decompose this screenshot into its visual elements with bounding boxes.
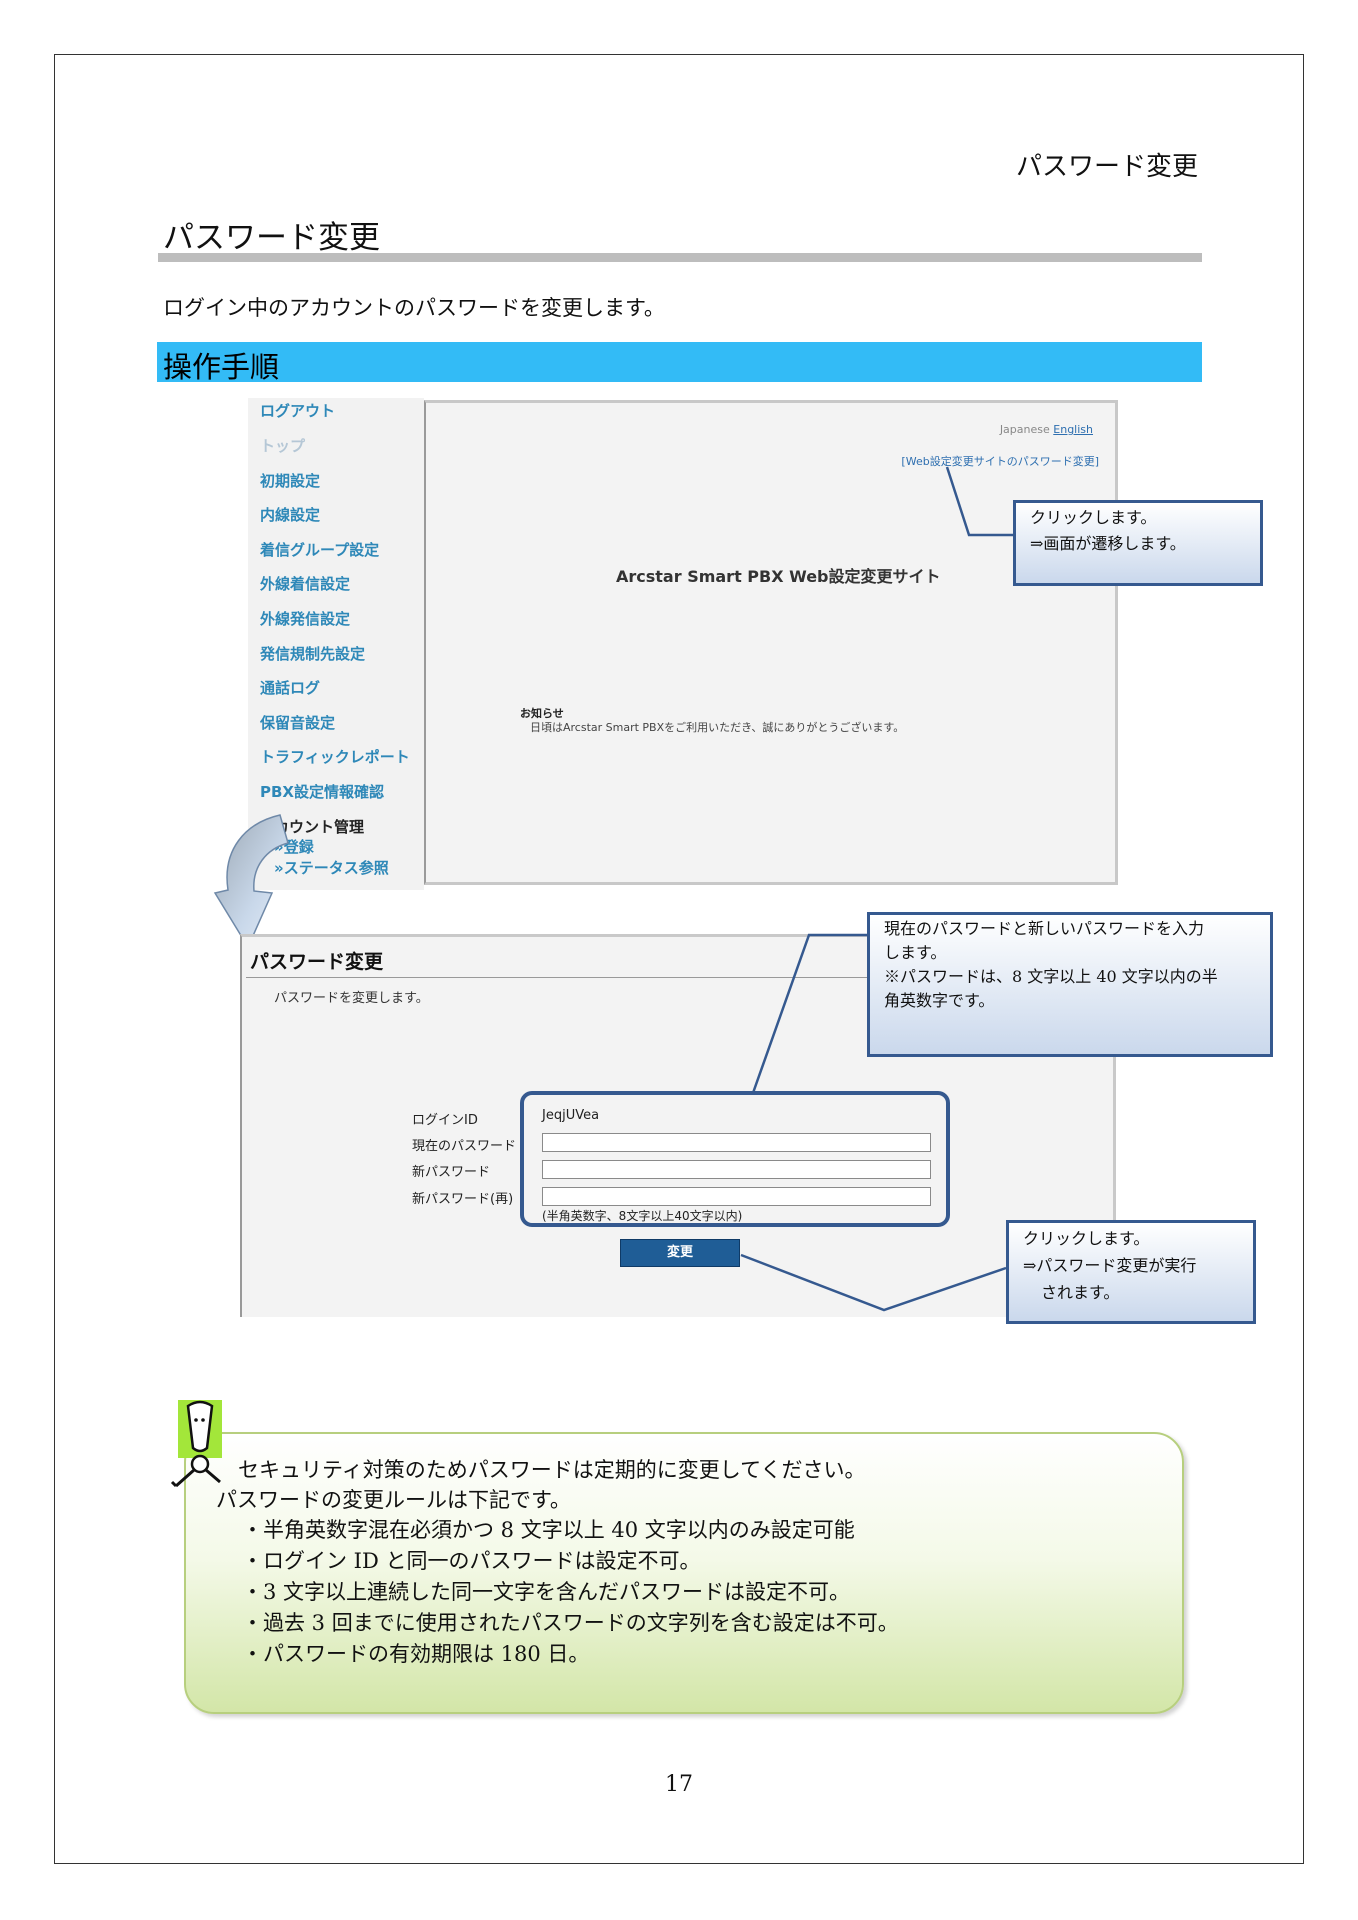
callout-link-click-line2: ⇒画面が遷移します。: [1030, 534, 1186, 553]
callout-link-click: クリックします。 ⇒画面が遷移します。: [1013, 500, 1263, 586]
tip-line-6: ・過去 3 回までに使用されたパスワードの文字列を含む設定は不可。: [242, 1611, 899, 1635]
tip-line-1: セキュリティ対策のためパスワードは定期的に変更してください。: [238, 1458, 866, 1482]
tip-line-5: ・3 文字以上連続した同一文字を含んだパスワードは設定不可。: [242, 1580, 851, 1604]
callout-change-click: クリックします。 ⇒パスワード変更が実行 されます。: [1006, 1220, 1256, 1324]
callout-enter-password-line1: 現在のパスワードと新しいパスワードを入力: [884, 919, 1205, 938]
callout-change-click-line1: クリックします。: [1023, 1229, 1150, 1248]
tip-line-7: ・パスワードの有効期限は 180 日。: [242, 1642, 590, 1666]
callout-enter-password-line4: 角英数字です。: [884, 991, 995, 1010]
callout-enter-password-line2: します。: [884, 943, 947, 962]
callout-enter-password: 現在のパスワードと新しいパスワードを入力 します。 ※パスワードは、8 文字以上…: [867, 912, 1273, 1057]
tip-line-3: ・半角英数字混在必須かつ 8 文字以上 40 文字以内のみ設定可能: [242, 1518, 855, 1542]
callout-change-click-line2: ⇒パスワード変更が実行: [1023, 1256, 1197, 1275]
tip-line-4: ・ログイン ID と同一のパスワードは設定不可。: [242, 1549, 701, 1573]
callout-enter-password-line3: ※パスワードは、8 文字以上 40 文字以内の半: [884, 967, 1218, 986]
callout-change-click-line3: されます。: [1041, 1283, 1120, 1302]
page-number: 17: [665, 1772, 693, 1797]
tip-box: セキュリティ対策のためパスワードは定期的に変更してください。 パスワードの変更ル…: [184, 1432, 1184, 1714]
exclamation-mascot-icon: [170, 1400, 222, 1488]
tip-line-2: パスワードの変更ルールは下記です。: [216, 1488, 571, 1512]
callout-link-click-line1: クリックします。: [1030, 508, 1157, 527]
